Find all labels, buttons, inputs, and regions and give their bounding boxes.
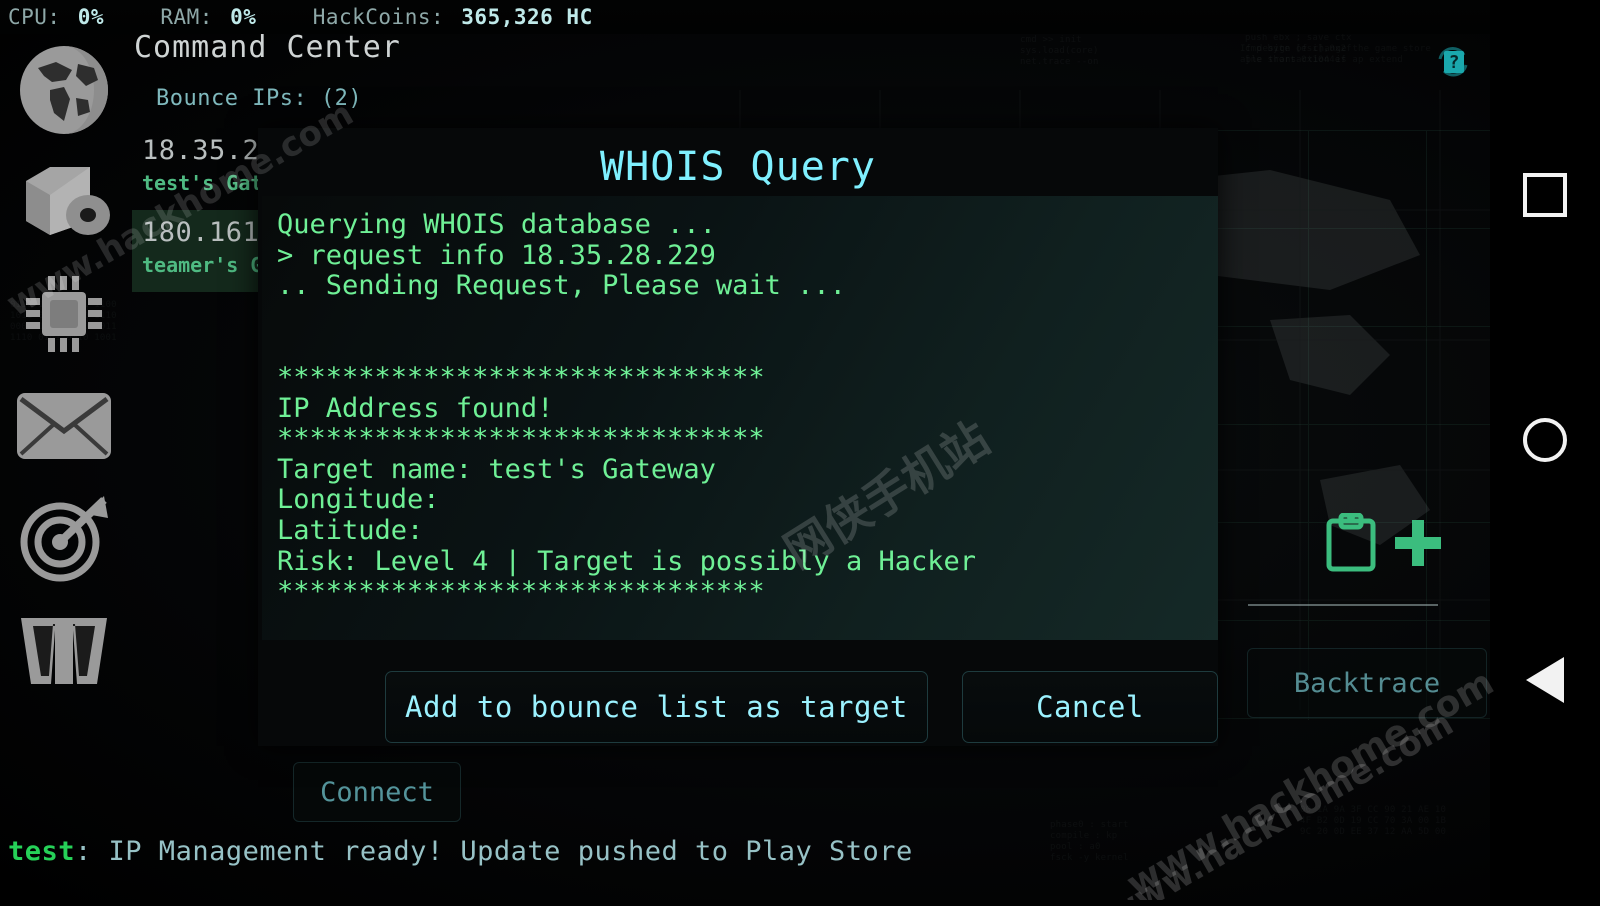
sidebar-item-hardware[interactable] [0,258,128,370]
bank-icon [15,610,113,690]
help-icon-glyph: ? [1449,52,1460,73]
triangle-back-icon [1526,657,1564,703]
ticker-username: test [8,836,76,867]
connect-button[interactable]: Connect [293,762,461,822]
page-title: Command Center [134,30,401,65]
ram-label: RAM: [160,5,213,29]
clipboard-actions [1325,505,1475,585]
sidebar [0,34,128,814]
circle-icon [1523,418,1567,462]
background-code-text: phase0 : start compile : kp pool : a0 fs… [1050,820,1129,863]
recents-button[interactable] [1490,155,1600,235]
status-bar: CPU: 0% RAM: 0% HackCoins: 365,326 HC [0,0,1490,34]
help-icon[interactable]: ? [1436,45,1470,79]
hackcoins-value: 365,326 HC [461,5,593,29]
home-button[interactable] [1490,400,1600,480]
cpu-value: 0% [77,5,105,29]
backtrace-button[interactable]: Backtrace [1247,648,1487,718]
android-navigation-bar [1490,0,1600,900]
square-icon [1523,173,1567,217]
ram-value: 0% [230,5,257,29]
sidebar-item-world-map[interactable] [0,34,128,146]
envelope-icon [15,391,113,461]
globe-icon [16,42,112,138]
clipboard-icon[interactable] [1325,512,1377,577]
cancel-button[interactable]: Cancel [961,671,1218,743]
target-icon [16,492,112,584]
terminal-output-panel: Querying WHOIS database ... > request in… [262,196,1218,640]
sidebar-item-bank[interactable] [0,594,128,706]
sidebar-item-software[interactable] [0,146,128,258]
hackcoins-label: HackCoins: [312,5,445,29]
background-code-text: If design of change the game store able … [1240,44,1432,65]
dialog-actions: Add to bounce list as target Cancel [258,668,1218,746]
software-box-icon [16,159,112,245]
add-to-bounce-list-button[interactable]: Add to bounce list as target [385,671,928,743]
game-screen: xA82:'F0x21' x28:'00cf00' xF0:'BA90' cmd… [0,0,1490,900]
dialog-title: WHOIS Query [600,144,876,190]
back-button[interactable] [1490,640,1600,720]
bounce-ips-title: Bounce IPs: (2) [156,86,363,111]
cpu-chip-icon [18,268,110,360]
whois-query-dialog: WHOIS Query Querying WHOIS database ... … [258,128,1218,746]
sidebar-item-mail[interactable] [0,370,128,482]
plus-icon[interactable] [1391,516,1445,574]
ticker-message: : IP Management ready! Update pushed to … [75,836,913,867]
cpu-label: CPU: [8,5,61,29]
divider [1248,604,1438,606]
sidebar-item-missions[interactable] [0,482,128,594]
status-ticker: test: IP Management ready! Update pushed… [8,836,913,867]
terminal-output-text: Querying WHOIS database ... > request in… [277,209,976,608]
background-code-text: 00 1A 9A 3F CC 90 21 AE 10 4F B2 0D 19 C… [1300,805,1447,837]
